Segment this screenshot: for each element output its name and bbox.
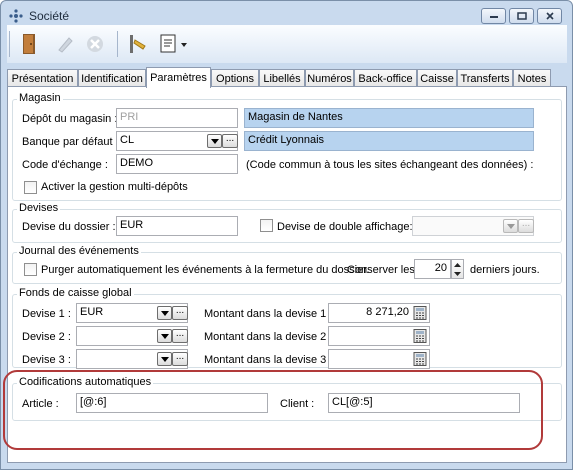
client-label: Client : bbox=[280, 398, 315, 410]
days-label: derniers jours. bbox=[470, 264, 540, 276]
chevron-down-icon bbox=[160, 333, 169, 339]
chevron-down-icon bbox=[506, 223, 515, 229]
tab-notes[interactable]: Notes bbox=[513, 69, 551, 87]
toolbar-grip bbox=[9, 31, 10, 57]
tab-caisse[interactable]: Caisse bbox=[417, 69, 457, 87]
banque-dropdown-button[interactable] bbox=[207, 134, 222, 148]
montant2-label: Montant dans la devise 2 : bbox=[204, 331, 333, 343]
spin-down-icon[interactable] bbox=[452, 269, 463, 278]
maximize-button[interactable] bbox=[509, 8, 534, 24]
banque-browse-button[interactable]: ... bbox=[222, 134, 238, 148]
close-icon bbox=[545, 12, 554, 20]
parametres-panel: Magasin Dépôt du magasin : PRI Magasin d… bbox=[7, 86, 567, 463]
devises-legend: Devises bbox=[17, 202, 61, 214]
fonds-legend: Fonds de caisse global bbox=[17, 287, 134, 299]
tab-label: Libellés bbox=[263, 72, 301, 85]
maximize-icon bbox=[516, 12, 527, 20]
devise2-dropdown-button[interactable] bbox=[157, 329, 172, 343]
double-affichage-browse-button[interactable]: ... bbox=[518, 219, 534, 233]
double-affichage-label: Devise de double affichage: bbox=[277, 221, 413, 233]
cancel-button[interactable] bbox=[83, 30, 107, 58]
tab-label: Présentation bbox=[11, 72, 74, 85]
minimize-button[interactable] bbox=[481, 8, 506, 24]
devise1-label: Devise 1 : bbox=[22, 308, 71, 320]
tab-label: Back-office bbox=[358, 72, 413, 85]
devise3-label: Devise 3 : bbox=[22, 354, 71, 366]
article-field[interactable]: [@:6] bbox=[76, 393, 268, 413]
journal-legend: Journal des événements bbox=[17, 245, 141, 257]
banque-label: Banque par défaut : bbox=[22, 136, 119, 148]
tab-label: Identification bbox=[81, 72, 143, 85]
devise3-browse-button[interactable]: ... bbox=[172, 352, 188, 366]
tab-label: Paramètres bbox=[150, 72, 207, 84]
chevron-down-icon bbox=[210, 138, 219, 144]
tab-back-office[interactable]: Back-office bbox=[354, 69, 417, 87]
app-logo-icon bbox=[9, 9, 23, 23]
report-menu-button[interactable] bbox=[157, 30, 191, 58]
toolbar-separator bbox=[117, 31, 118, 57]
conserver-days-field[interactable]: 20 bbox=[414, 259, 451, 279]
devise1-dropdown-button[interactable] bbox=[157, 306, 172, 320]
calculator-icon[interactable] bbox=[413, 306, 427, 320]
purge-label: Purger automatiquement les événements à … bbox=[41, 264, 370, 276]
devise3-dropdown-button[interactable] bbox=[157, 352, 172, 366]
devise2-label: Devise 2 : bbox=[22, 331, 71, 343]
minimize-icon bbox=[489, 16, 498, 18]
code-echange-note: (Code commun à tous les sites échangeant… bbox=[246, 159, 534, 171]
pencil-edit-icon bbox=[58, 37, 73, 53]
tab-libelles[interactable]: Libellés bbox=[259, 69, 305, 87]
devise1-browse-button[interactable]: ... bbox=[172, 306, 188, 320]
key-icon bbox=[130, 35, 146, 53]
magasin-legend: Magasin bbox=[17, 92, 63, 104]
toolbar bbox=[7, 25, 567, 63]
tab-options[interactable]: Options bbox=[211, 69, 259, 87]
conserver-days-spinner[interactable] bbox=[451, 259, 464, 279]
article-label: Article : bbox=[22, 398, 59, 410]
exit-button[interactable] bbox=[17, 30, 41, 58]
tab-parametres[interactable]: Paramètres bbox=[146, 67, 211, 88]
window-title: Société bbox=[29, 9, 70, 23]
chevron-down-icon bbox=[160, 356, 169, 362]
calculator-icon[interactable] bbox=[413, 329, 427, 343]
depot-label: Dépôt du magasin : bbox=[22, 113, 118, 125]
societe-window: Société Présentation Identification Para… bbox=[0, 0, 573, 470]
tab-numeros[interactable]: Numéros bbox=[305, 69, 354, 87]
document-list-icon bbox=[160, 34, 187, 53]
double-affichage-checkbox[interactable] bbox=[260, 219, 273, 232]
banque-name-field: Crédit Lyonnais bbox=[244, 131, 534, 151]
tab-label: Notes bbox=[517, 72, 547, 85]
multi-depot-label: Activer la gestion multi-dépôts bbox=[41, 181, 188, 193]
devise2-browse-button[interactable]: ... bbox=[172, 329, 188, 343]
codifications-legend: Codifications automatiques bbox=[17, 376, 154, 388]
tab-label: Numéros bbox=[307, 72, 352, 85]
double-affichage-dropdown-button[interactable] bbox=[503, 219, 518, 233]
montant1-label: Montant dans la devise 1 : bbox=[204, 308, 333, 320]
tab-label: Options bbox=[216, 72, 254, 85]
devise-dossier-label: Devise du dossier : bbox=[22, 221, 116, 233]
purge-checkbox[interactable] bbox=[24, 263, 37, 276]
code-echange-label: Code d'échange : bbox=[22, 159, 108, 171]
tab-label: Transferts bbox=[460, 72, 510, 85]
key-button[interactable] bbox=[123, 30, 153, 58]
conserver-label: Conserver les : bbox=[347, 264, 421, 276]
devise-dossier-field[interactable]: EUR bbox=[116, 216, 238, 236]
spin-up-icon[interactable] bbox=[452, 260, 463, 269]
cancel-circle-icon bbox=[87, 36, 103, 52]
multi-depot-checkbox[interactable] bbox=[24, 181, 37, 194]
edit-button[interactable] bbox=[53, 30, 77, 58]
depot-name-field: Magasin de Nantes bbox=[244, 108, 534, 128]
depot-field[interactable]: PRI bbox=[116, 108, 238, 128]
tab-presentation[interactable]: Présentation bbox=[7, 69, 78, 87]
montant3-label: Montant dans la devise 3 : bbox=[204, 354, 333, 366]
tab-identification[interactable]: Identification bbox=[78, 69, 146, 87]
tab-transferts[interactable]: Transferts bbox=[457, 69, 513, 87]
tab-label: Caisse bbox=[420, 72, 454, 85]
calculator-icon[interactable] bbox=[413, 352, 427, 366]
chevron-down-icon bbox=[160, 310, 169, 316]
close-button[interactable] bbox=[537, 8, 562, 24]
client-field[interactable]: CL[@:5] bbox=[328, 393, 520, 413]
door-exit-icon bbox=[23, 34, 35, 54]
code-echange-field[interactable]: DEMO bbox=[116, 154, 238, 174]
